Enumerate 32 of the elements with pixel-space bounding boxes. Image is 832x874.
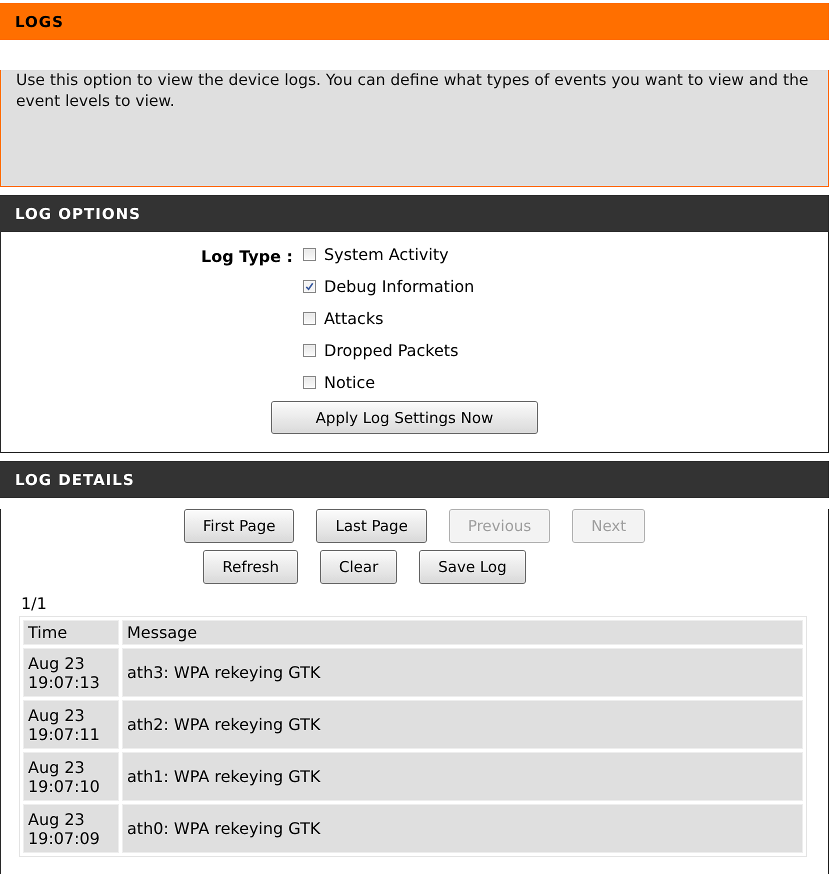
checkbox-label: Notice <box>324 373 376 392</box>
checkbox[interactable] <box>303 344 316 357</box>
page-button[interactable]: Last Page <box>316 509 427 543</box>
checkbox[interactable] <box>303 280 316 293</box>
section-header: LOG OPTIONS <box>0 195 829 232</box>
page-indicator: 1/1 <box>21 594 48 613</box>
table-cell: Aug 23 19:07:10 <box>23 752 119 801</box>
log-type-label: Log Type : <box>201 246 294 268</box>
table-cell: ath1: WPA rekeying GTK <box>122 752 803 801</box>
page-button[interactable]: First Page <box>184 509 294 543</box>
page-button[interactable]: Refresh <box>203 550 298 584</box>
checkbox[interactable] <box>303 248 316 261</box>
checkbox-label: System Activity <box>324 245 449 264</box>
description-text: Use this option to view the device logs. You can define what types of events you want to view and the event levels to view. <box>16 70 810 112</box>
checkbox[interactable] <box>303 376 316 389</box>
table-cell: Aug 23 19:07:11 <box>23 700 119 749</box>
page-button[interactable]: Clear <box>320 550 398 584</box>
table-cell: Aug 23 19:07:13 <box>23 648 119 697</box>
table-cell: ath2: WPA rekeying GTK <box>122 700 803 749</box>
checkbox-label: Dropped Packets <box>324 341 458 360</box>
column-header: Time <box>23 620 119 645</box>
checkbox-label: Attacks <box>324 309 384 328</box>
table-cell: Aug 23 19:07:09 <box>23 804 119 853</box>
section-header: LOG DETAILS <box>0 461 829 498</box>
column-header: Message <box>122 620 803 645</box>
checkbox[interactable] <box>303 312 316 325</box>
table-cell: ath0: WPA rekeying GTK <box>122 804 803 853</box>
section-header: LOGS <box>0 3 829 40</box>
apply-button[interactable]: Apply Log Settings Now <box>271 401 538 434</box>
page-button[interactable]: Save Log <box>419 550 526 584</box>
checkbox-label: Debug Information <box>324 277 474 296</box>
table-cell: ath3: WPA rekeying GTK <box>122 648 803 697</box>
